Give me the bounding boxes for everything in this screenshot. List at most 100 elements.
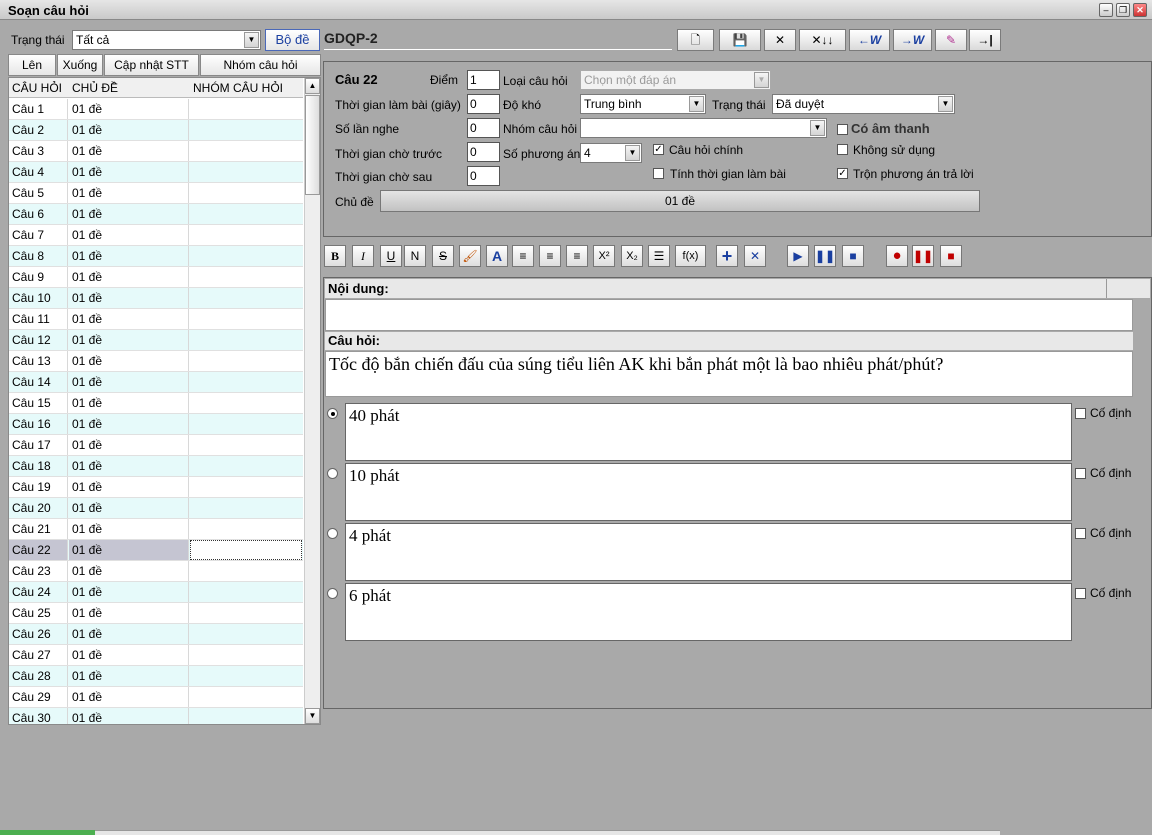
row-group[interactable] [190, 645, 302, 665]
table-row[interactable]: Câu 18 01 đề [9, 456, 303, 477]
table-row[interactable]: Câu 7 01 đề [9, 225, 303, 246]
row-group[interactable] [190, 498, 302, 518]
table-row[interactable]: Câu 11 01 đề [9, 309, 303, 330]
normal-text-icon[interactable]: N [404, 245, 426, 267]
row-group[interactable] [190, 372, 302, 392]
table-row[interactable]: Câu 6 01 đề [9, 204, 303, 225]
correct-answer-radio[interactable] [327, 588, 338, 599]
table-row[interactable]: Câu 15 01 đề [9, 393, 303, 414]
wait-after-input[interactable]: 0 [467, 166, 500, 186]
table-row[interactable]: Câu 9 01 đề [9, 267, 303, 288]
close-icon[interactable]: ✕ [1133, 3, 1147, 17]
unused-checkbox[interactable] [837, 144, 848, 155]
add-icon[interactable]: + [716, 245, 738, 267]
table-row[interactable]: Câu 10 01 đề [9, 288, 303, 309]
scroll-up-icon[interactable]: ▲ [305, 78, 320, 94]
minimize-icon[interactable]: – [1099, 3, 1113, 17]
answer-textbox[interactable]: 10 phát [345, 463, 1072, 521]
import-word-icon[interactable]: ←W [849, 29, 890, 51]
delete-icon[interactable]: ✕ [764, 29, 796, 51]
scroll-thumb[interactable] [305, 95, 320, 195]
list-scrollbar[interactable]: ▲ ▼ [304, 78, 320, 724]
remove-icon[interactable]: ✕ [744, 245, 766, 267]
answer-textbox[interactable]: 40 phát [345, 403, 1072, 461]
column-header-question[interactable]: CÂU HỎI [12, 81, 62, 95]
pause-icon[interactable]: ❚❚ [814, 245, 836, 267]
question-set-button[interactable]: Bộ đề [265, 29, 320, 51]
export-word-icon[interactable]: →W [893, 29, 932, 51]
shuffle-answers-checkbox[interactable]: ✓ [837, 168, 848, 179]
row-group[interactable] [190, 309, 302, 329]
approval-status-select[interactable]: Đã duyệt ▼ [772, 94, 955, 114]
align-right-icon[interactable]: ≡ [566, 245, 588, 267]
table-row[interactable]: Câu 22 01 đề [9, 540, 303, 561]
wait-before-input[interactable]: 0 [467, 142, 500, 162]
record-stop-icon[interactable]: ■ [940, 245, 962, 267]
formula-icon[interactable]: f(x) [675, 245, 706, 267]
table-row[interactable]: Câu 12 01 đề [9, 330, 303, 351]
row-group[interactable] [190, 624, 302, 644]
row-group[interactable] [190, 666, 302, 686]
scroll-down-icon[interactable]: ▼ [305, 708, 320, 724]
row-group[interactable] [190, 393, 302, 413]
stop-icon[interactable]: ■ [842, 245, 864, 267]
fixed-position-checkbox[interactable] [1075, 528, 1086, 539]
row-group[interactable] [190, 519, 302, 539]
correct-answer-radio[interactable] [327, 468, 338, 479]
table-row[interactable]: Câu 23 01 đề [9, 561, 303, 582]
row-group[interactable] [190, 603, 302, 623]
fixed-position-checkbox[interactable] [1075, 468, 1086, 479]
row-group[interactable] [190, 456, 302, 476]
table-row[interactable]: Câu 13 01 đề [9, 351, 303, 372]
answer-textbox[interactable]: 4 phát [345, 523, 1072, 581]
row-group[interactable] [190, 435, 302, 455]
new-document-icon[interactable]: 🗋 [677, 29, 714, 51]
row-group[interactable] [190, 99, 302, 119]
table-row[interactable]: Câu 28 01 đề [9, 666, 303, 687]
move-down-button[interactable]: Xuống [57, 54, 103, 76]
record-pause-icon[interactable]: ❚❚ [912, 245, 934, 267]
question-group-select[interactable]: ▼ [580, 118, 827, 138]
row-group[interactable] [190, 687, 302, 707]
italic-icon[interactable]: I [352, 245, 374, 267]
restore-icon[interactable]: ❐ [1116, 3, 1130, 17]
table-row[interactable]: Câu 26 01 đề [9, 624, 303, 645]
correct-answer-radio[interactable] [327, 408, 338, 419]
content-textbox[interactable] [325, 299, 1133, 331]
main-question-checkbox[interactable]: ✓ [653, 144, 664, 155]
table-row[interactable]: Câu 20 01 đề [9, 498, 303, 519]
strikethrough-icon[interactable]: S [432, 245, 454, 267]
time-input[interactable]: 0 [467, 94, 500, 114]
fixed-position-checkbox[interactable] [1075, 588, 1086, 599]
move-up-button[interactable]: Lên [8, 54, 56, 76]
table-row[interactable]: Câu 14 01 đề [9, 372, 303, 393]
underline-icon[interactable]: U [380, 245, 402, 267]
row-group[interactable] [190, 330, 302, 350]
superscript-icon[interactable]: X² [593, 245, 615, 267]
row-group[interactable] [190, 225, 302, 245]
bold-icon[interactable]: B [324, 245, 346, 267]
row-group[interactable] [190, 540, 302, 560]
row-group[interactable] [190, 477, 302, 497]
play-icon[interactable]: ▶ [787, 245, 809, 267]
answer-textbox[interactable]: 6 phát [345, 583, 1072, 641]
table-row[interactable]: Câu 3 01 đề [9, 141, 303, 162]
count-time-checkbox[interactable] [653, 168, 664, 179]
row-group[interactable] [190, 162, 302, 182]
table-row[interactable]: Câu 27 01 đề [9, 645, 303, 666]
row-group[interactable] [190, 582, 302, 602]
table-row[interactable]: Câu 4 01 đề [9, 162, 303, 183]
table-row[interactable]: Câu 19 01 đề [9, 477, 303, 498]
save-icon[interactable]: 💾 [719, 29, 761, 51]
table-row[interactable]: Câu 1 01 đề [9, 99, 303, 120]
row-group[interactable] [190, 288, 302, 308]
column-header-topic[interactable]: CHỦ ĐỀ [72, 81, 118, 95]
row-group[interactable] [190, 708, 302, 724]
row-group[interactable] [190, 246, 302, 266]
exit-icon[interactable]: →| [969, 29, 1001, 51]
correct-answer-radio[interactable] [327, 528, 338, 539]
score-input[interactable]: 1 [467, 70, 500, 90]
update-order-button[interactable]: Cập nhật STT [104, 54, 199, 76]
table-row[interactable]: Câu 8 01 đề [9, 246, 303, 267]
question-group-button[interactable]: Nhóm câu hỏi [200, 54, 321, 76]
